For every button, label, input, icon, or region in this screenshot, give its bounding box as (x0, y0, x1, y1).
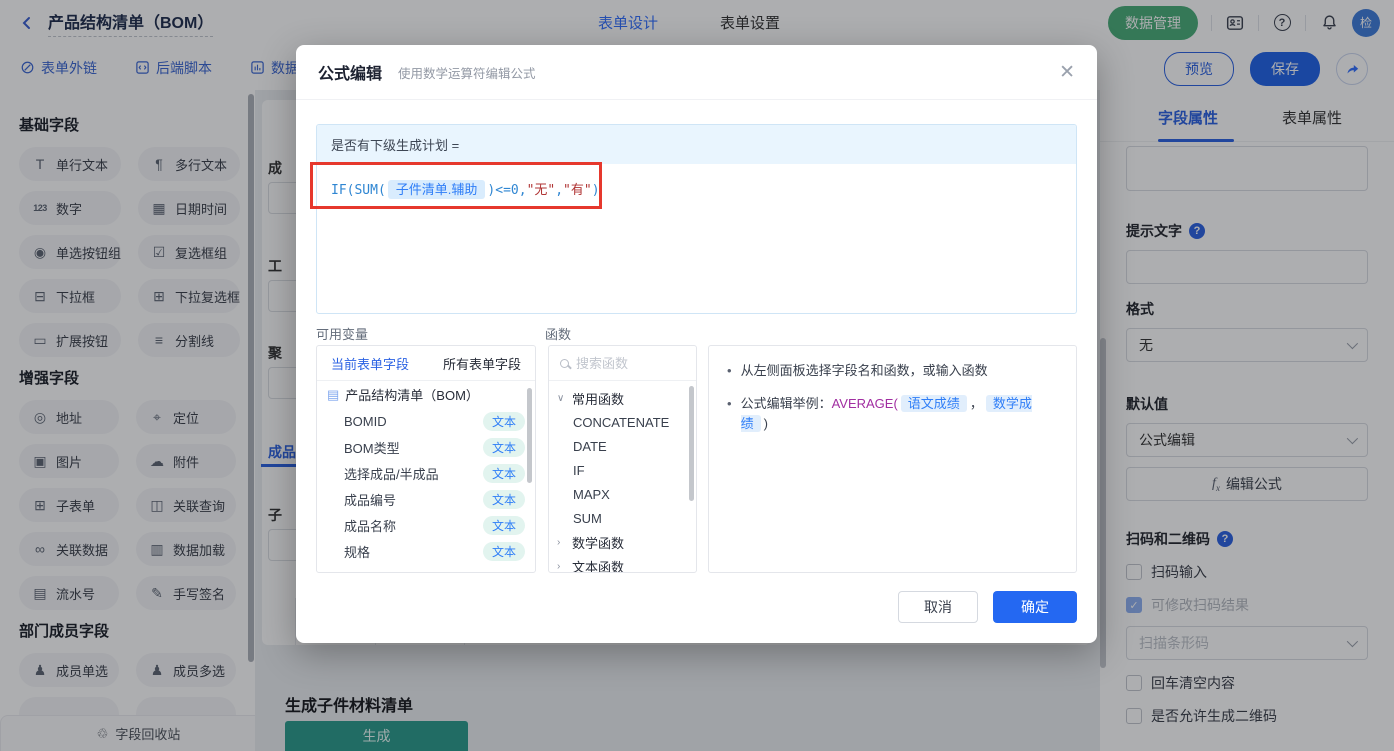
modal-title: 公式编辑 (318, 66, 383, 83)
document-icon: ▤ (327, 386, 340, 402)
chevron-down-icon: ∨ (557, 392, 565, 404)
variables-field-list: BOMID 文本 BOM类型 文本 选择成品/半成品 文本 成品编号 文本 成品名称 文本 规格 文本 (317, 408, 535, 564)
chevron-right-icon: › (557, 536, 561, 548)
function-item[interactable]: SUM (549, 506, 696, 530)
field-type-badge: 文本 (482, 541, 525, 561)
code-token: )<=0, (487, 183, 527, 198)
field-type-badge: 文本 (482, 489, 525, 509)
variable-field-name: 规格 (344, 544, 371, 560)
function-group-name: 数学函数 (572, 535, 625, 551)
variables-label: 可用变量 (316, 327, 369, 342)
tab-all-form-fields[interactable]: 所有表单字段 (443, 354, 521, 373)
function-item[interactable]: DATE (549, 434, 696, 458)
formula-editor: 是否有下级生成计划 = IF(SUM(子件清单.辅助)<=0,"无","有") (316, 124, 1077, 314)
variable-field-name: 选择成品/半成品 (344, 466, 439, 482)
function-tree: ∨ 常用函数 CONCATENATE DATE IF MAPX SUM › 数学函数 › 文本函数 (549, 381, 696, 573)
function-group-name: 常用函数 (572, 391, 625, 407)
function-group-expanded[interactable]: ∨ 常用函数 (549, 386, 696, 410)
variable-field-name: 成品名称 (344, 518, 397, 534)
function-search (549, 346, 696, 381)
function-item[interactable]: IF (549, 458, 696, 482)
function-name: AVERAGE( (831, 396, 898, 411)
variables-scrollbar[interactable] (527, 388, 532, 483)
confirm-button[interactable]: 确定 (993, 591, 1077, 623)
functions-panel: ∨ 常用函数 CONCATENATEDATEIFMAPXSUM › 数学函数 › 文本函数 (548, 345, 697, 573)
chevron-right-icon: › (557, 560, 561, 572)
formula-edit-modal: 公式编辑 使用数学运算符编辑公式 ✕ 是否有下级生成计划 = IF(SUM(子件… (296, 45, 1097, 643)
variable-field-row[interactable]: 规格 文本 (317, 538, 535, 564)
code-token: , (555, 183, 564, 198)
help-example: • 公式编辑举例：AVERAGE(语文成绩，数学成绩) (727, 395, 1032, 432)
field-type-badge: 文本 (482, 437, 525, 457)
variable-field-row[interactable]: 成品名称 文本 (317, 512, 535, 538)
variable-field-row[interactable]: 选择成品/半成品 文本 (317, 460, 535, 486)
variable-field-row[interactable]: BOMID 文本 (317, 408, 535, 434)
tab-current-form-fields[interactable]: 当前表单字段 (331, 354, 409, 373)
function-group-collapsed[interactable]: › 数学函数 (549, 530, 696, 554)
modal-subtitle: 使用数学运算符编辑公式 (398, 66, 536, 81)
function-search-input[interactable] (576, 355, 685, 371)
variable-field-row[interactable]: BOM类型 文本 (317, 434, 535, 460)
formula-target-label: 是否有下级生成计划 = (317, 125, 1076, 164)
function-group-collapsed[interactable]: › 文本函数 (549, 554, 696, 573)
help-panel: • 从左侧面板选择字段名和函数，或输入函数 • 公式编辑举例：AVERAGE(语… (708, 345, 1077, 573)
function-item[interactable]: MAPX (549, 482, 696, 506)
bullet: • (727, 396, 732, 411)
variable-field-row[interactable]: 成品编号 文本 (317, 486, 535, 512)
functions-label: 函数 (545, 327, 572, 342)
functions-scrollbar[interactable] (689, 386, 694, 501)
close-icon[interactable]: ✕ (1059, 63, 1075, 82)
app-screen: 产品结构清单（BOM） 表单设计 表单设置 数据管理 ? 检 表单外链 后端脚本… (0, 0, 1394, 751)
variable-field-name: BOM类型 (344, 440, 400, 456)
code-token: IF(SUM( (331, 183, 386, 198)
variables-tree-root[interactable]: ▤ 产品结构清单（BOM） (317, 381, 535, 408)
field-chip: 语文成绩 (900, 395, 967, 412)
code-string: "有" (563, 183, 592, 198)
variable-field-name: 成品编号 (344, 492, 397, 508)
code-string: "无" (526, 183, 556, 198)
help-tip: • 从左侧面板选择字段名和函数，或输入函数 (727, 361, 1058, 381)
field-type-badge: 文本 (482, 411, 525, 431)
function-item[interactable]: CONCATENATE (549, 410, 696, 434)
function-group-name: 文本函数 (572, 559, 625, 573)
search-icon (560, 358, 569, 368)
variable-field-name: BOMID (344, 413, 387, 429)
code-token: ) (591, 183, 600, 198)
field-type-badge: 文本 (482, 463, 525, 483)
cancel-button[interactable]: 取消 (898, 591, 978, 623)
field-type-badge: 文本 (482, 515, 525, 535)
bullet: • (727, 363, 732, 378)
field-chip[interactable]: 子件清单.辅助 (387, 180, 486, 199)
variables-panel: 当前表单字段 所有表单字段 ▤ 产品结构清单（BOM） BOMID 文本 BOM类型… (316, 345, 536, 573)
modal-header: 公式编辑 使用数学运算符编辑公式 ✕ (296, 45, 1097, 100)
formula-code-input[interactable]: IF(SUM(子件清单.辅助)<=0,"无","有") (317, 164, 1076, 213)
